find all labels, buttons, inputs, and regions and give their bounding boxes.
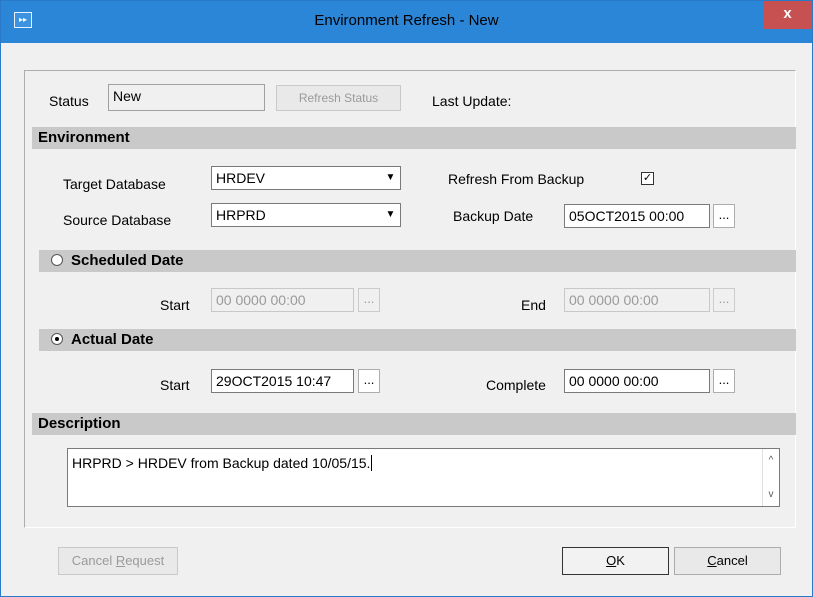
scheduled-end-picker-button: ... (713, 288, 735, 312)
ok-button[interactable]: OK (562, 547, 669, 575)
backup-date-field[interactable]: 05OCT2015 00:00 (564, 204, 710, 228)
actual-complete-picker-button[interactable]: ... (713, 369, 735, 393)
cancel-button[interactable]: Cancel (674, 547, 781, 575)
last-update-label: Last Update: (432, 93, 512, 109)
description-scrollbar[interactable]: ^ v (762, 449, 779, 506)
scheduled-start-picker-button: ... (358, 288, 380, 312)
close-button[interactable]: x (764, 1, 811, 29)
cancel-request-label-suffix: equest (125, 553, 165, 568)
scroll-down-icon[interactable]: v (763, 489, 779, 500)
actual-date-header[interactable]: Actual Date (39, 329, 796, 351)
scroll-up-icon[interactable]: ^ (763, 455, 779, 466)
target-database-label: Target Database (63, 176, 166, 192)
actual-date-radio[interactable] (51, 333, 63, 345)
status-label: Status (49, 93, 89, 109)
source-database-label: Source Database (63, 212, 172, 228)
scheduled-date-radio[interactable] (51, 254, 63, 266)
scheduled-start-label: Start (160, 297, 190, 313)
chevron-down-icon[interactable]: ▼ (382, 205, 399, 225)
actual-complete-field[interactable]: 00 0000 00:00 (564, 369, 710, 393)
refresh-from-backup-label: Refresh From Backup (448, 171, 585, 187)
description-textarea[interactable]: HRPRD > HRDEV from Backup dated 10/05/15… (67, 448, 780, 507)
scheduled-date-label: Scheduled Date (71, 252, 184, 269)
cancel-request-button[interactable]: Cancel Request (58, 547, 178, 575)
description-header: Description (32, 413, 796, 435)
cancel-mnemonic: C (707, 553, 717, 568)
dialog-window: ▸▸ Environment Refresh - New x Status Ne… (0, 0, 813, 597)
status-field: New (108, 84, 265, 111)
ok-mnemonic: O (606, 553, 617, 568)
refresh-from-backup-checkbox[interactable]: ✓ (641, 172, 654, 185)
target-database-value: HRDEV (216, 170, 266, 186)
ok-label-suffix: K (616, 553, 625, 568)
actual-complete-label: Complete (486, 377, 546, 393)
title-bar[interactable]: ▸▸ Environment Refresh - New x (1, 1, 812, 43)
cancel-request-label-prefix: Cancel (71, 553, 116, 568)
source-database-value: HRPRD (216, 207, 266, 223)
actual-start-picker-button[interactable]: ... (358, 369, 380, 393)
scheduled-start-field: 00 0000 00:00 (211, 288, 354, 312)
description-text: HRPRD > HRDEV from Backup dated 10/05/15… (72, 455, 371, 471)
scheduled-end-label: End (521, 297, 546, 313)
actual-date-label: Actual Date (71, 331, 154, 348)
environment-header: Environment (32, 127, 796, 149)
cancel-label-suffix: ancel (716, 553, 748, 568)
backup-date-label: Backup Date (453, 208, 534, 224)
scheduled-date-header[interactable]: Scheduled Date (39, 250, 796, 272)
scheduled-end-field: 00 0000 00:00 (564, 288, 710, 312)
target-database-select[interactable]: HRDEV ▼ (211, 166, 401, 190)
cancel-request-mnemonic: R (115, 553, 126, 568)
actual-start-field[interactable]: 29OCT2015 10:47 (211, 369, 354, 393)
refresh-status-button[interactable]: Refresh Status (276, 85, 401, 111)
actual-start-label: Start (160, 377, 190, 393)
chevron-down-icon[interactable]: ▼ (382, 168, 399, 188)
source-database-select[interactable]: HRPRD ▼ (211, 203, 401, 227)
backup-date-picker-button[interactable]: ... (713, 204, 735, 228)
window-title: Environment Refresh - New (314, 12, 499, 29)
